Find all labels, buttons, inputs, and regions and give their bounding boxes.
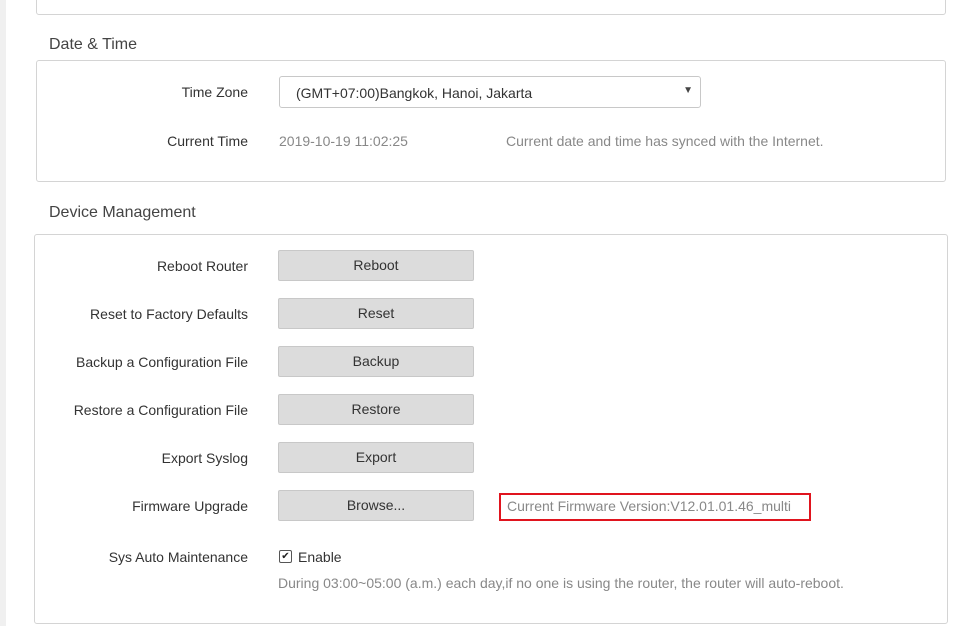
backup-config-label: Backup a Configuration File	[76, 354, 248, 370]
reboot-router-label: Reboot Router	[156, 258, 248, 274]
time-sync-status: Current date and time has synced with th…	[506, 133, 824, 149]
export-syslog-label: Export Syslog	[161, 450, 248, 466]
backup-button[interactable]: Backup	[278, 346, 474, 377]
current-time-value: 2019-10-19 11:02:25	[279, 133, 408, 149]
dropdown-arrow-icon: ▼	[683, 85, 693, 96]
date-time-section-title: Date & Time	[49, 36, 138, 53]
device-management-section-title: Device Management	[49, 204, 196, 221]
auto-maintenance-checkbox[interactable]: ✔	[279, 550, 292, 563]
current-time-label: Current Time	[167, 133, 248, 149]
enable-checkbox-label[interactable]: Enable	[298, 549, 342, 565]
time-zone-selected-value: (GMT+07:00)Bangkok, Hanoi, Jakarta	[296, 85, 533, 101]
firmware-version-text: Current Firmware Version:V12.01.01.46_mu…	[507, 498, 792, 514]
auto-maintenance-label: Sys Auto Maintenance	[108, 549, 248, 565]
firmware-version-highlight: Current Firmware Version:V12.01.01.46_mu…	[499, 493, 811, 521]
reset-factory-label: Reset to Factory Defaults	[90, 306, 248, 322]
time-zone-label: Time Zone	[181, 84, 248, 100]
device-management-panel	[34, 234, 948, 624]
reboot-button[interactable]: Reboot	[278, 250, 474, 281]
time-zone-select[interactable]: (GMT+07:00)Bangkok, Hanoi, Jakarta ▼	[279, 76, 701, 108]
restore-button[interactable]: Restore	[278, 394, 474, 425]
browse-button[interactable]: Browse...	[278, 490, 474, 521]
export-button[interactable]: Export	[278, 442, 474, 473]
previous-section-panel	[36, 0, 946, 15]
restore-config-label: Restore a Configuration File	[73, 402, 248, 418]
firmware-upgrade-label: Firmware Upgrade	[132, 498, 248, 514]
reset-button[interactable]: Reset	[278, 298, 474, 329]
auto-maintenance-note: During 03:00~05:00 (a.m.) each day,if no…	[278, 575, 844, 591]
